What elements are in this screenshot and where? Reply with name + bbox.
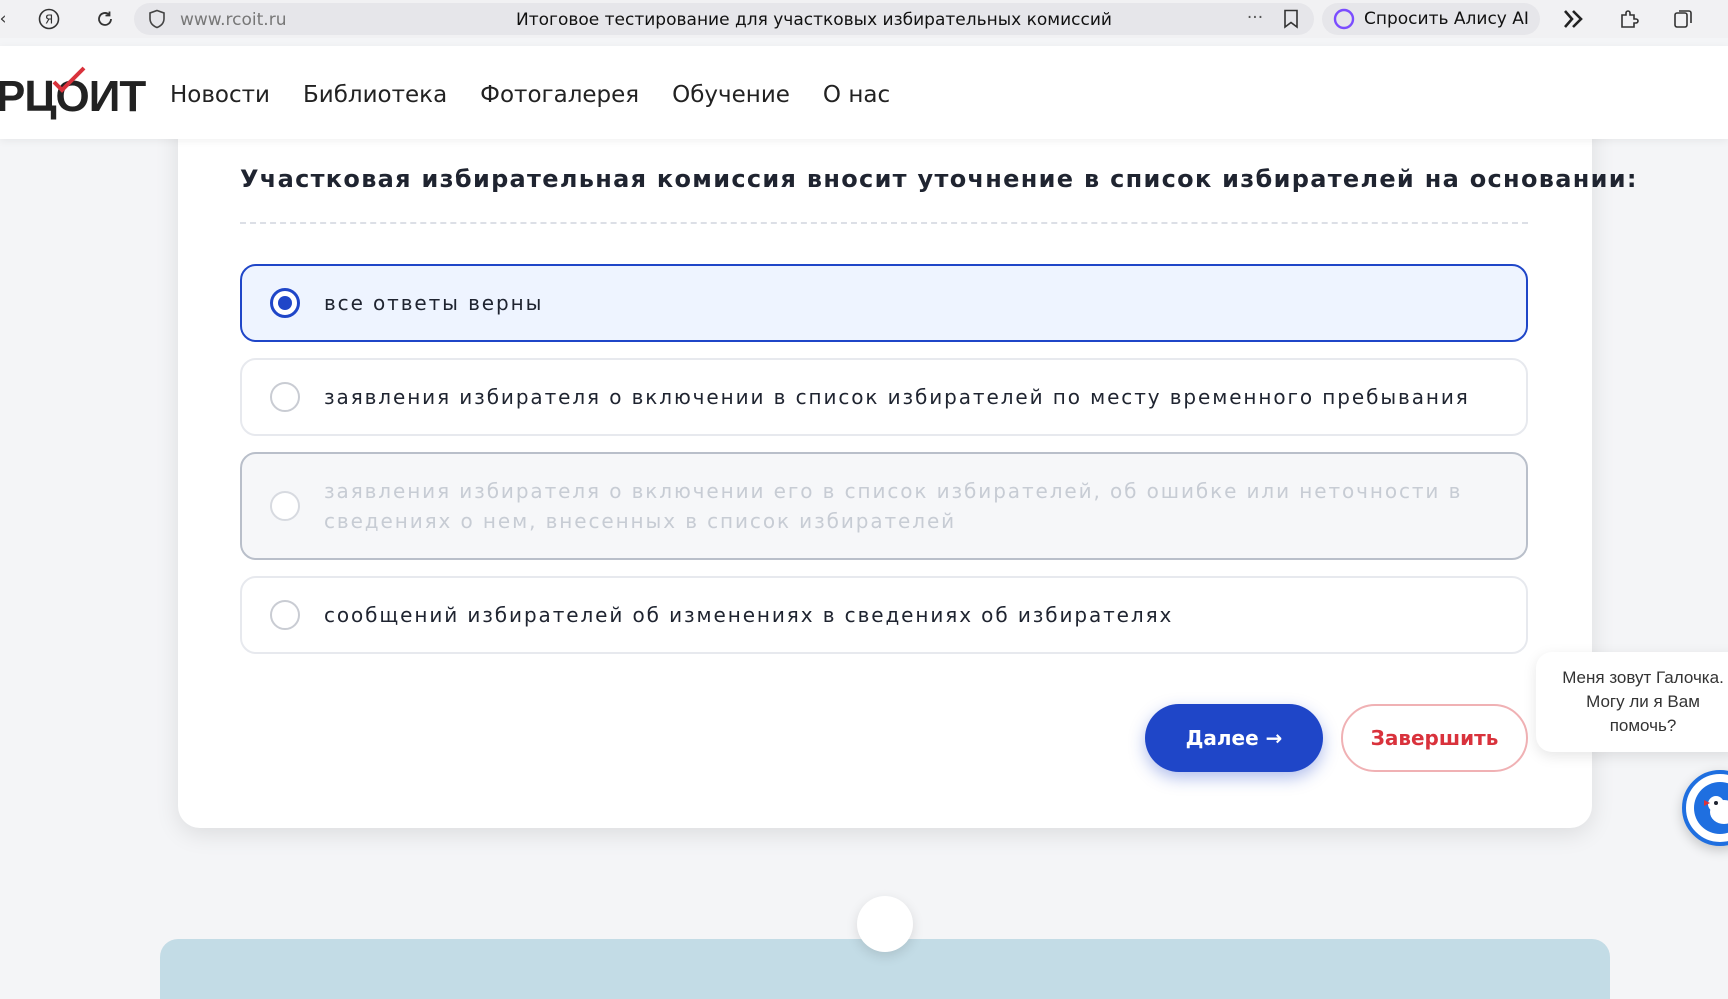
radio-button[interactable] — [270, 491, 300, 521]
finish-button[interactable]: Завершить — [1341, 704, 1528, 772]
nav-item-news[interactable]: Новости — [170, 82, 270, 108]
tab-title: Итоговое тестирование для участковых изб… — [516, 10, 1112, 30]
nav-item-about[interactable]: О нас — [823, 82, 890, 108]
bookmark-icon[interactable] — [1280, 8, 1302, 30]
answer-option-3[interactable]: заявления избирателя о включении его в с… — [240, 452, 1528, 560]
scroll-indicator[interactable] — [857, 896, 913, 952]
question-text: Участковая избирательная комиссия вносит… — [240, 165, 1638, 193]
answer-text: заявления избирателя о включении в списо… — [324, 385, 1470, 409]
divider — [240, 222, 1528, 224]
alice-icon — [1333, 8, 1355, 30]
chat-assistant-avatar[interactable] — [1682, 770, 1728, 846]
answer-text: все ответы верны — [324, 291, 544, 315]
answer-text: сообщений избирателей об изменениях в св… — [324, 603, 1174, 627]
extensions-icon[interactable] — [1618, 8, 1640, 30]
nav-item-gallery[interactable]: Фотогалерея — [480, 82, 639, 108]
more-icon[interactable]: ··· — [1244, 7, 1266, 29]
yandex-icon[interactable]: Я — [38, 8, 60, 30]
answer-option-4[interactable]: сообщений избирателей об изменениях в св… — [240, 576, 1528, 654]
back-icon[interactable]: ‹ — [0, 8, 14, 30]
answer-option-2[interactable]: заявления избирателя о включении в списо… — [240, 358, 1528, 436]
main-nav: Новости Библиотека Фотогалерея Обучение … — [170, 82, 890, 108]
bird-icon — [1694, 782, 1728, 834]
chat-bubble[interactable]: Меня зовут Галочка. Могу ли я Вам помочь… — [1536, 652, 1728, 752]
ask-alice-button[interactable]: Спросить Алису AI — [1322, 3, 1540, 35]
ask-alice-label: Спросить Алису AI — [1364, 9, 1529, 29]
next-button[interactable]: Далее → — [1145, 704, 1323, 772]
shield-icon[interactable] — [146, 8, 168, 30]
address-bar[interactable]: www.rcoit.ru Итоговое тестирование для у… — [134, 3, 1314, 35]
logo-check-icon — [52, 66, 86, 93]
browser-toolbar: ‹ Я www.rcoit.ru Итоговое тестирование д… — [0, 0, 1728, 38]
radio-button-selected[interactable] — [270, 288, 300, 318]
collections-icon[interactable] — [1672, 8, 1694, 30]
radio-button[interactable] — [270, 600, 300, 630]
answer-text: заявления избирателя о включении его в с… — [324, 479, 1463, 533]
url-text[interactable]: www.rcoit.ru — [180, 10, 286, 30]
reload-icon[interactable] — [94, 8, 116, 30]
quiz-card: Участковая избирательная комиссия вносит… — [178, 100, 1636, 828]
svg-text:Я: Я — [45, 13, 53, 27]
cursor-icon[interactable] — [1562, 8, 1584, 30]
nav-item-library[interactable]: Библиотека — [303, 82, 447, 108]
nav-item-learning[interactable]: Обучение — [672, 82, 790, 108]
site-header: РЦОИТ Новости Библиотека Фотогалерея Обу… — [0, 46, 1728, 139]
chat-message: Меня зовут Галочка. Могу ли я Вам помочь… — [1562, 668, 1724, 735]
answer-option-1[interactable]: все ответы верны — [240, 264, 1528, 342]
radio-button[interactable] — [270, 382, 300, 412]
